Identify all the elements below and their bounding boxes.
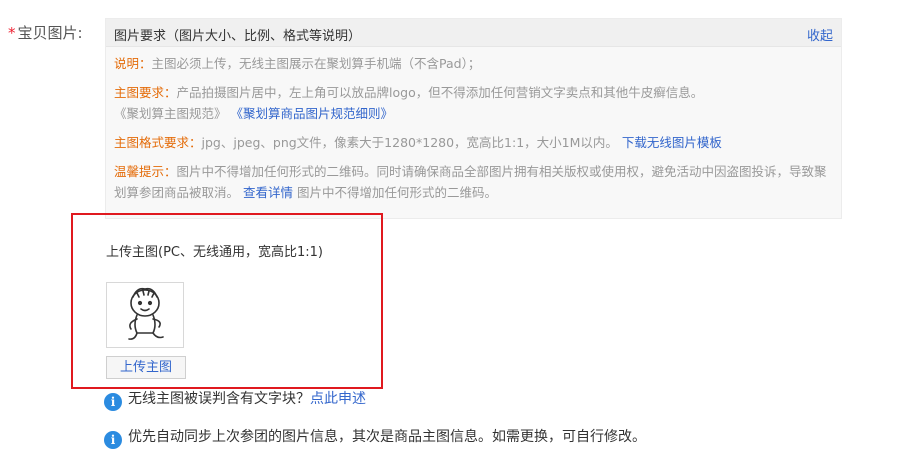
- note-key: 说明：: [114, 56, 152, 71]
- main-image-item: 主图要求：产品拍摄图片居中，左上角可以放品牌logo，但不得添加任何营销文字卖点…: [114, 82, 836, 124]
- requirements-header: 图片要求（图片大小、比例、格式等说明） 收起: [106, 19, 841, 47]
- appeal-link[interactable]: 点此申述: [310, 391, 366, 407]
- info-icon: i: [104, 393, 122, 411]
- requirements-title: 图片要求（图片大小、比例、格式等说明）: [114, 29, 362, 44]
- warning-key: 温馨提示：: [114, 164, 177, 179]
- required-mark: *: [8, 24, 16, 42]
- info-icon: i: [104, 431, 122, 449]
- view-details-link[interactable]: 查看详情: [243, 185, 293, 200]
- upload-title: 上传主图(PC、无线通用，宽高比1:1): [106, 245, 323, 260]
- cartoon-child-icon: [128, 287, 164, 340]
- upload-main-image-button[interactable]: 上传主图: [106, 356, 186, 379]
- main-text: 产品拍摄图片居中，左上角可以放品牌logo，但不得添加任何营销文字卖点和其他牛皮…: [176, 85, 704, 100]
- format-text: jpg、jpeg、png文件，像素大于1280*1280，宽高比1:1，大小1M…: [201, 135, 618, 150]
- note-item: 说明：主图必须上传，无线主图展示在聚划算手机端（不含Pad）；: [114, 53, 836, 74]
- main-image-thumbnail[interactable]: [106, 282, 184, 348]
- collapse-link[interactable]: 收起: [807, 25, 833, 44]
- image-requirements-panel: 图片要求（图片大小、比例、格式等说明） 收起 说明：主图必须上传，无线主图展示在…: [105, 18, 842, 219]
- field-label-text: 宝贝图片:: [17, 24, 83, 42]
- download-template-link[interactable]: 下载无线图片模板: [622, 135, 722, 150]
- main-image-upload-area: 上传主图(PC、无线通用，宽高比1:1) 上传主图: [104, 238, 384, 388]
- info-line-misjudge: i 无线主图被误判含有文字块？点此申述: [104, 388, 366, 411]
- image-spec-detail-link[interactable]: 《聚划算商品图片规范细则》: [231, 106, 394, 121]
- warning-tail: 图片中不得增加任何形式的二维码。: [297, 185, 498, 200]
- format-item: 主图格式要求：jpg、jpeg、png文件，像素大于1280*1280，宽高比1…: [114, 132, 836, 153]
- main-spec-text: 《聚划算主图规范》: [114, 106, 227, 121]
- info-line-sync: i 优先自动同步上次参团的图片信息，其次是商品主图信息。如需更换，可自行修改。: [104, 426, 646, 449]
- info-text-misjudge: 无线主图被误判含有文字块？: [128, 391, 310, 407]
- warning-item: 温馨提示：图片中不得增加任何形式的二维码。同时请确保商品全部图片拥有相关版权或使…: [114, 161, 836, 203]
- format-key: 主图格式要求：: [114, 135, 202, 150]
- info-text-sync: 优先自动同步上次参团的图片信息，其次是商品主图信息。如需更换，可自行修改。: [128, 429, 646, 445]
- field-label-product-image: * 宝贝图片:: [8, 22, 83, 43]
- note-text: 主图必须上传，无线主图展示在聚划算手机端（不含Pad）；: [151, 56, 481, 71]
- main-key: 主图要求：: [114, 85, 177, 100]
- requirements-body: 说明：主图必须上传，无线主图展示在聚划算手机端（不含Pad）； 主图要求：产品拍…: [114, 53, 836, 211]
